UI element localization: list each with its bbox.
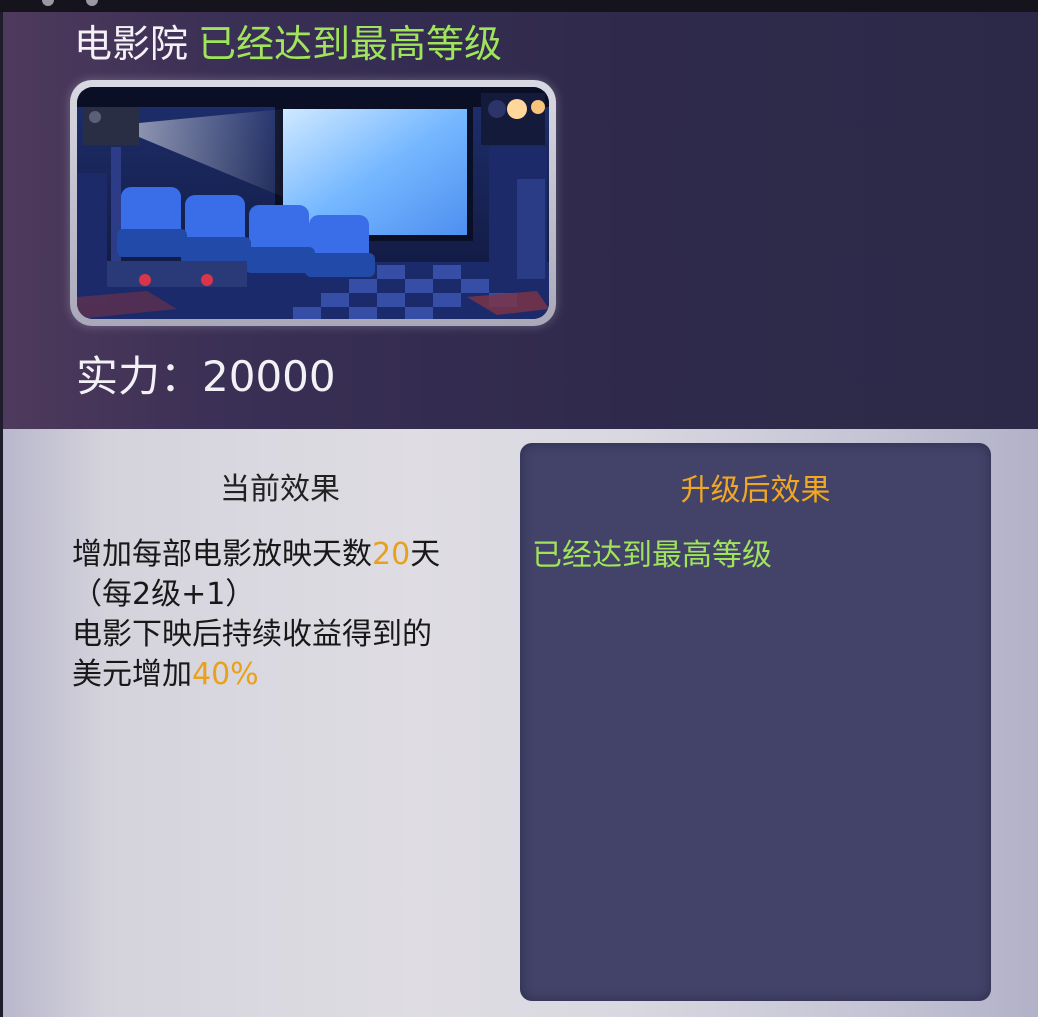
current-effect-title: 当前效果 — [220, 472, 340, 507]
effect-line-per-level: （每2级+1） — [72, 577, 256, 612]
power-rating: 实力：20000 — [76, 350, 336, 404]
status-dot-icon — [86, 0, 98, 6]
current-effect-description: 增加每部电影放映天数20天 （每2级+1） 电影下映后持续收益得到的 美元增加4… — [72, 535, 512, 695]
effect-line-revenue: 电影下映后持续收益得到的 — [72, 617, 432, 652]
effect-line-screening-days: 增加每部电影放映天数20天 — [72, 535, 512, 575]
max-level-status: 已经达到最高等级 — [198, 22, 503, 66]
upgrade-effect-title: 升级后效果 — [680, 473, 831, 508]
building-name: 电影院 — [74, 22, 189, 66]
status-dot-icon — [42, 0, 54, 6]
effect-text: 美元增加 — [72, 657, 192, 692]
effect-line-usd: 美元增加40% — [72, 655, 512, 695]
effect-value-percent: 40% — [192, 657, 259, 692]
power-label: 实力： — [76, 352, 203, 401]
building-picture — [70, 80, 556, 326]
effect-text: 增加每部电影放映天数 — [72, 537, 372, 572]
building-title: 电影院 已经达到最高等级 — [74, 18, 502, 70]
power-value: 20000 — [202, 352, 336, 401]
movie-theater-illustration-icon — [77, 87, 549, 319]
effect-value-days: 20 — [372, 537, 411, 572]
upgrade-effect-text: 已经达到最高等级 — [532, 538, 772, 573]
upgrade-effect-panel: 升级后效果 已经达到最高等级 — [520, 443, 991, 1001]
top-status-bar — [0, 0, 1038, 12]
effect-text: 天 — [410, 537, 441, 572]
